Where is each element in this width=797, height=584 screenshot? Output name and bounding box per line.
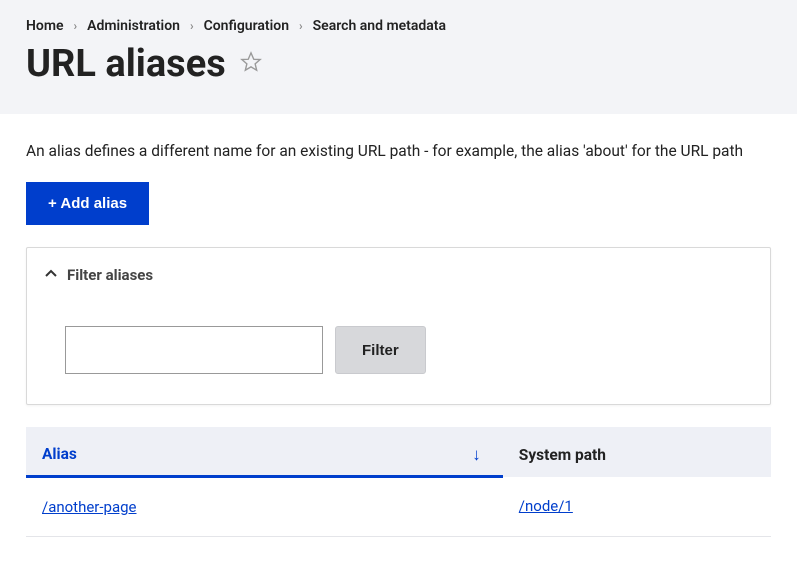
page-title-row: URL aliases <box>26 42 771 86</box>
chevron-right-icon: › <box>74 19 78 33</box>
table-row: /another-page /node/1 <box>26 477 771 537</box>
page-title: URL aliases <box>26 42 226 86</box>
column-header-system-path-label: System path <box>519 446 606 464</box>
content-region: An alias defines a different name for an… <box>0 114 797 537</box>
breadcrumb: Home › Administration › Configuration › … <box>26 18 771 34</box>
filter-row: Filter <box>45 326 752 374</box>
column-header-alias[interactable]: Alias ↓ <box>26 427 503 477</box>
column-header-system-path[interactable]: System path <box>503 427 771 477</box>
header-region: Home › Administration › Configuration › … <box>0 0 797 114</box>
breadcrumb-configuration[interactable]: Configuration <box>204 18 289 34</box>
filter-panel-toggle[interactable]: Filter aliases <box>45 266 752 284</box>
chevron-right-icon: › <box>299 19 303 33</box>
column-header-alias-label: Alias <box>42 445 77 463</box>
alias-table: Alias ↓ System path /another-page /node/… <box>26 427 771 537</box>
breadcrumb-home[interactable]: Home <box>26 18 64 34</box>
add-alias-button[interactable]: + Add alias <box>26 182 149 225</box>
filter-panel: Filter aliases Filter <box>26 247 771 405</box>
system-path-link[interactable]: /node/1 <box>519 497 573 515</box>
breadcrumb-administration[interactable]: Administration <box>87 18 180 34</box>
breadcrumb-search-metadata[interactable]: Search and metadata <box>313 18 446 34</box>
chevron-up-icon <box>45 266 57 284</box>
chevron-right-icon: › <box>190 19 194 33</box>
filter-input[interactable] <box>65 326 323 374</box>
filter-panel-title: Filter aliases <box>67 266 153 284</box>
alias-link[interactable]: /another-page <box>42 498 137 516</box>
sort-arrow-down-icon: ↓ <box>472 445 481 465</box>
star-icon[interactable] <box>240 51 262 77</box>
filter-button[interactable]: Filter <box>335 326 426 374</box>
page-description: An alias defines a different name for an… <box>26 142 771 160</box>
